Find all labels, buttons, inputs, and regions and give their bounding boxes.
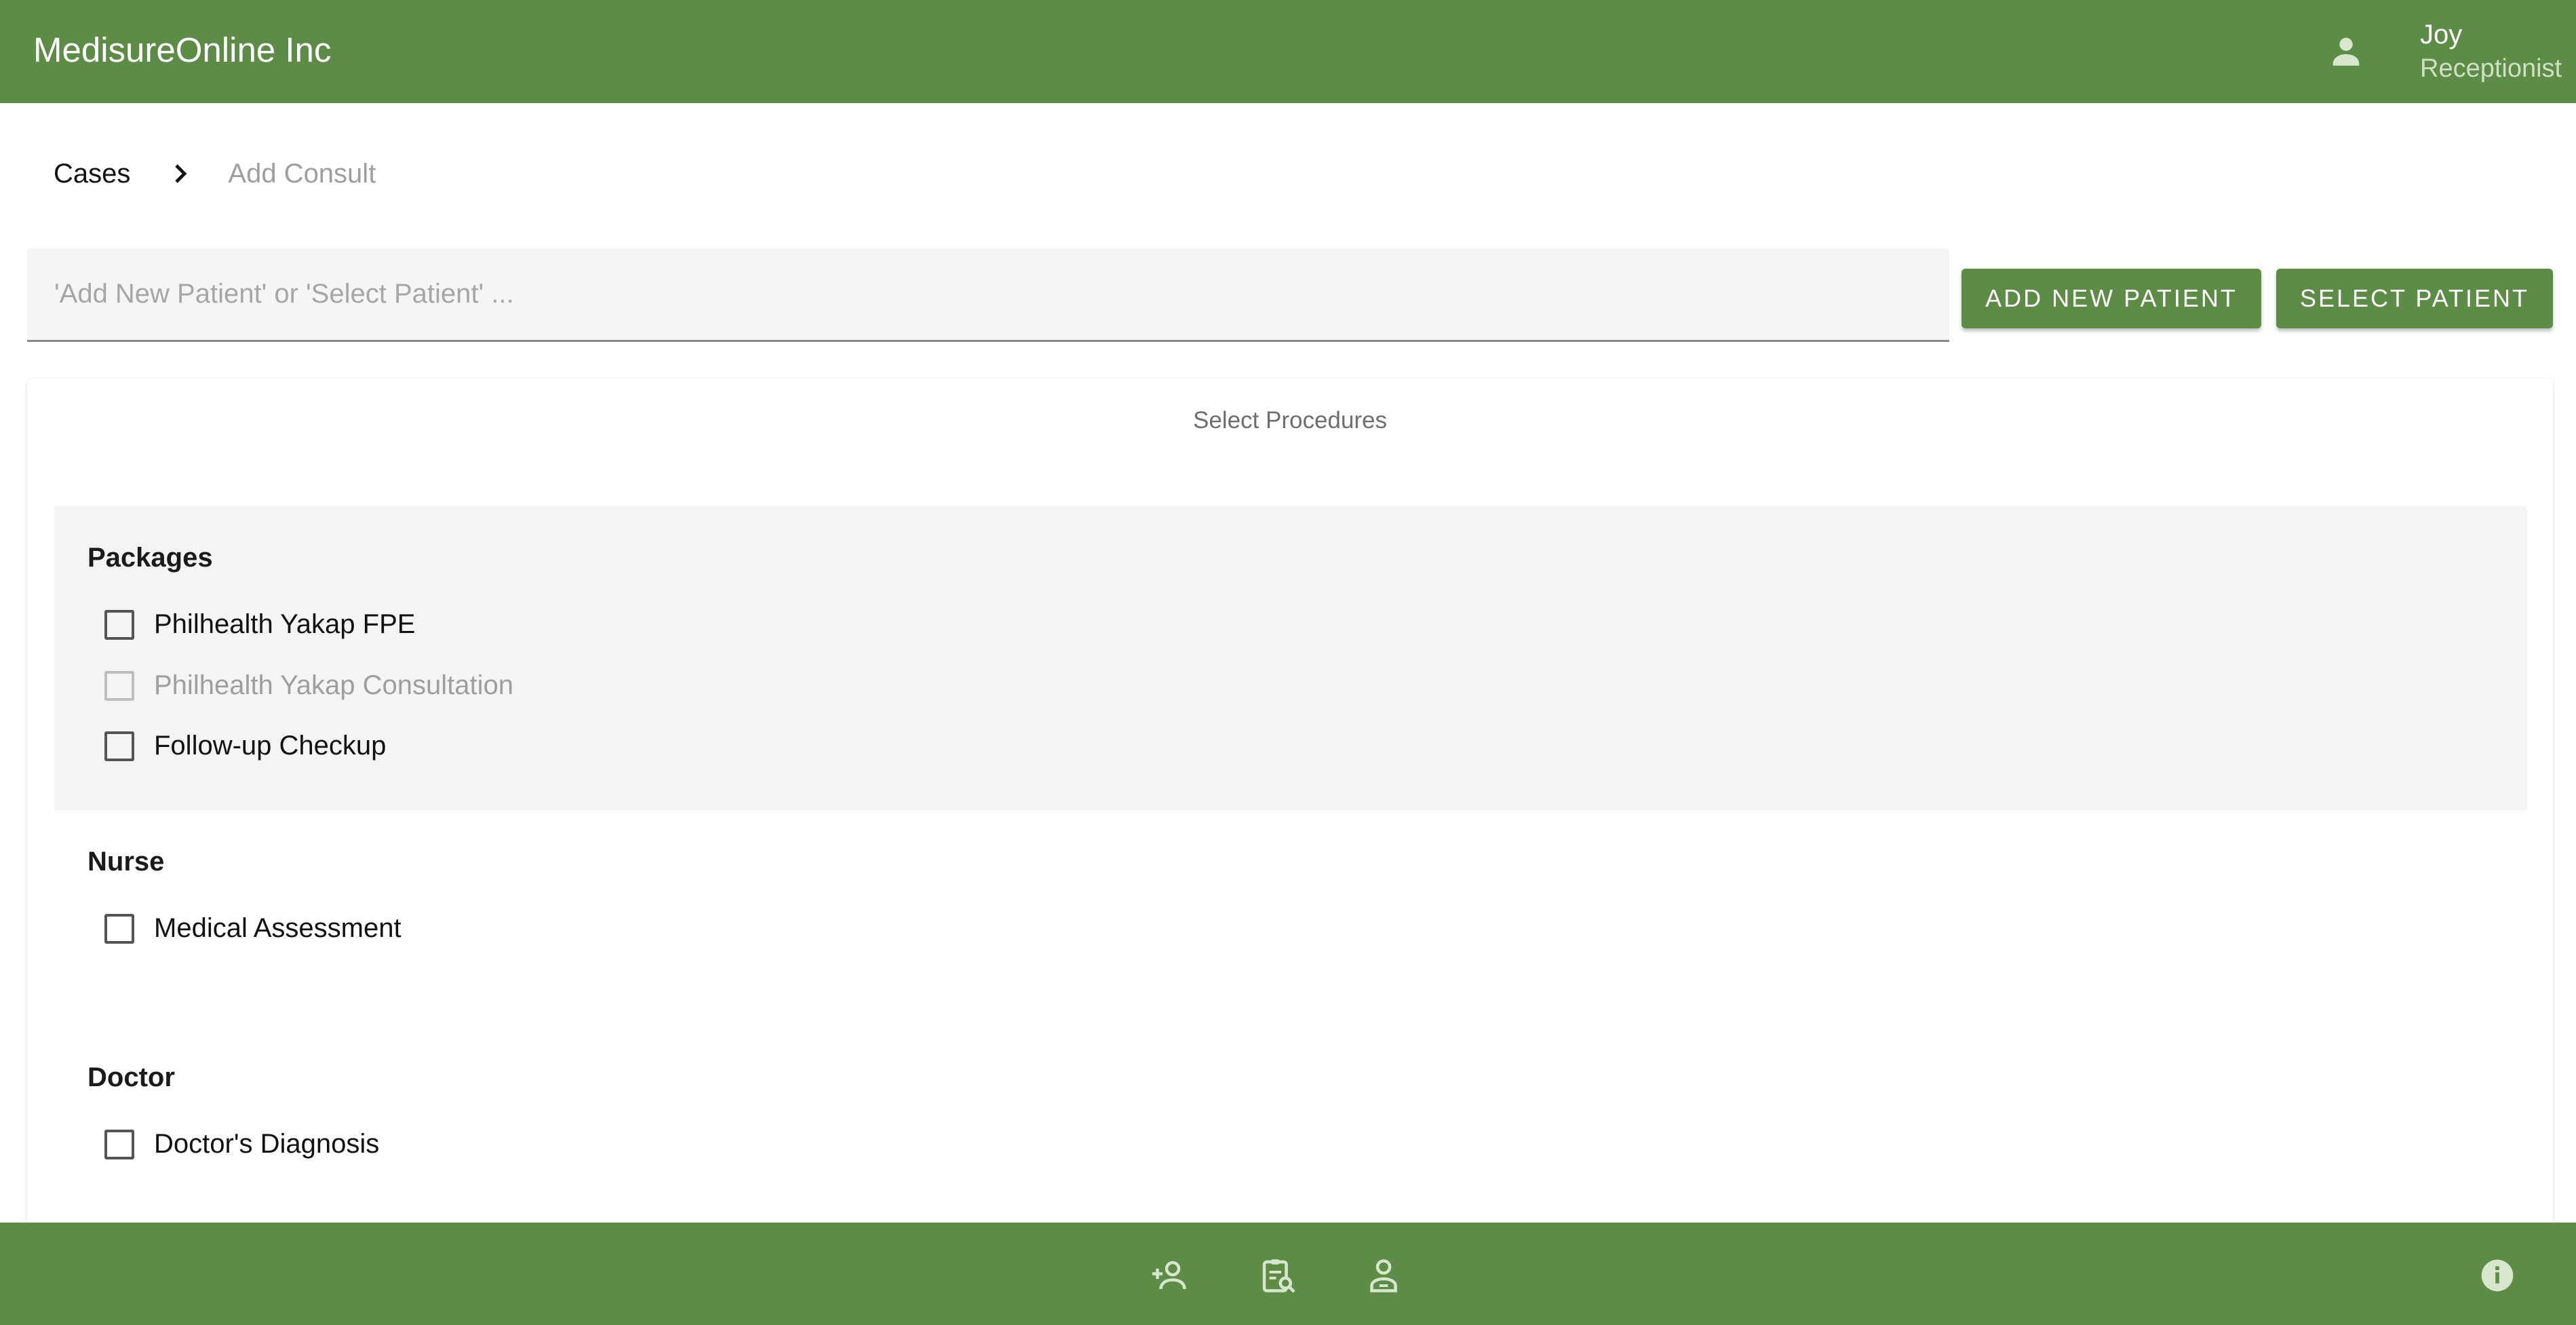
option-label: Medical Assessment xyxy=(154,913,402,943)
user-info[interactable]: Joy Receptionist xyxy=(2420,18,2562,85)
breadcrumb: Cases Add Consult xyxy=(54,155,376,193)
group-heading: Doctor xyxy=(87,1062,175,1092)
chevron-right-icon xyxy=(175,164,187,183)
clipboard-search-icon[interactable] xyxy=(1257,1255,1298,1296)
patient-field xyxy=(27,248,1949,342)
bottom-nav xyxy=(0,1223,2576,1325)
group-packages: Packages Philhealth Yakap FPE Philhealth… xyxy=(54,506,2527,810)
group-doctor: Doctor Doctor's Diagnosis xyxy=(54,1026,2527,1243)
select-patient-button[interactable]: SELECT PATIENT xyxy=(2276,269,2553,328)
checkbox[interactable] xyxy=(104,913,134,944)
checkbox[interactable] xyxy=(104,731,134,761)
checkbox[interactable] xyxy=(104,609,134,640)
group-heading: Packages xyxy=(87,543,213,573)
option-label: Philhealth Yakap FPE xyxy=(154,609,416,639)
patient-search-input[interactable] xyxy=(27,248,1949,340)
group-heading: Nurse xyxy=(87,847,165,877)
user-name: Joy xyxy=(2420,20,2463,50)
app-header: MedisureOnline Inc Joy Receptionist xyxy=(0,0,2576,103)
user-role: Receptionist xyxy=(2420,54,2562,83)
brand-title: MedisureOnline Inc xyxy=(33,31,332,69)
account-icon[interactable] xyxy=(2326,31,2366,71)
option-philhealth-yakap-fpe[interactable]: Philhealth Yakap FPE xyxy=(104,609,415,640)
person-add-icon[interactable] xyxy=(1149,1255,1190,1296)
option-label: Doctor's Diagnosis xyxy=(154,1129,380,1159)
person-badge-icon[interactable] xyxy=(1363,1255,1404,1296)
group-nurse: Nurse Medical Assessment xyxy=(54,810,2527,1026)
breadcrumb-cases[interactable]: Cases xyxy=(54,159,130,189)
add-new-patient-button[interactable]: ADD NEW PATIENT xyxy=(1962,269,2261,328)
procedures-card: Select Procedures Packages Philhealth Ya… xyxy=(27,379,2553,1325)
checkbox xyxy=(104,670,134,701)
option-label: Follow-up Checkup xyxy=(154,731,387,761)
info-icon[interactable] xyxy=(2478,1256,2516,1294)
option-medical-assessment[interactable]: Medical Assessment xyxy=(104,913,402,944)
option-label: Philhealth Yakap Consultation xyxy=(154,670,513,700)
checkbox[interactable] xyxy=(104,1129,134,1159)
breadcrumb-add-consult: Add Consult xyxy=(228,158,376,189)
procedures-title: Select Procedures xyxy=(1193,407,1387,434)
option-doctors-diagnosis[interactable]: Doctor's Diagnosis xyxy=(104,1129,379,1159)
option-follow-up-checkup[interactable]: Follow-up Checkup xyxy=(104,731,386,761)
option-philhealth-yakap-consultation: Philhealth Yakap Consultation xyxy=(104,670,513,701)
